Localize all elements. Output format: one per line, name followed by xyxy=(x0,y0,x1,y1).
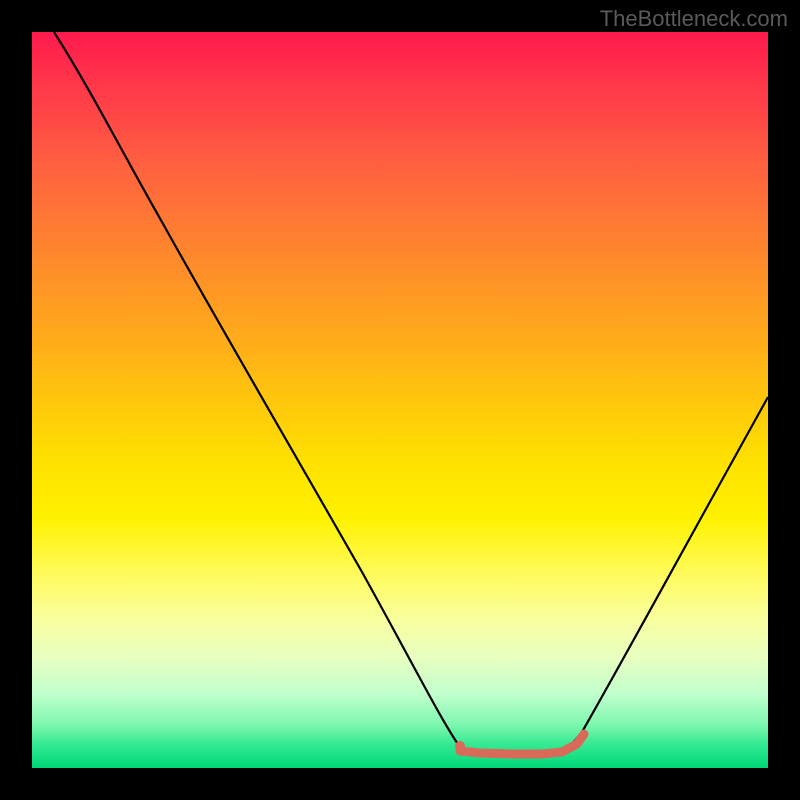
bottleneck-curve-line xyxy=(54,32,768,753)
watermark-text: TheBottleneck.com xyxy=(600,6,788,32)
plot-area xyxy=(32,32,768,768)
curve-overlay xyxy=(32,32,768,768)
optimal-range-marker xyxy=(460,734,584,754)
